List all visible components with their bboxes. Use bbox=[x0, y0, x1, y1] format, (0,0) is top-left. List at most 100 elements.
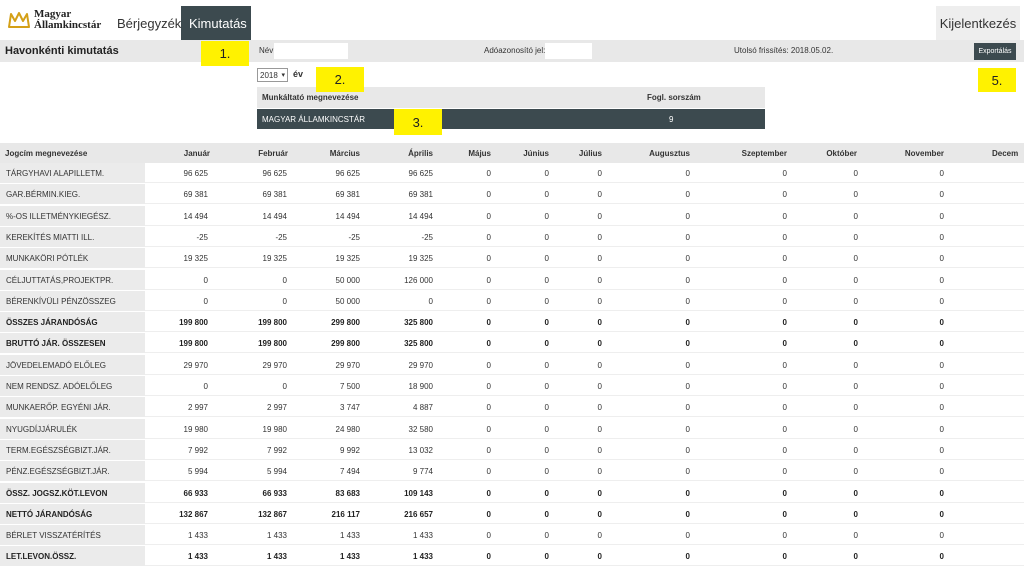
table-cell: 0 bbox=[203, 296, 208, 306]
table-cell: 0 bbox=[597, 531, 602, 541]
employer-row[interactable]: MAGYAR ÁLLAMKINCSTÁR 9 bbox=[257, 109, 765, 129]
table-cell: 0 bbox=[853, 488, 858, 498]
table-cell: 1 433 bbox=[412, 552, 433, 562]
table-row bbox=[0, 206, 1024, 226]
table-cell: 299 800 bbox=[331, 318, 360, 328]
table-cell: 19 325 bbox=[408, 254, 433, 264]
table-cell: 0 bbox=[282, 296, 287, 306]
table-cell: 24 980 bbox=[335, 424, 360, 434]
nav-tab-berjegyzek[interactable]: Bérjegyzék bbox=[109, 6, 181, 40]
table-cell: 0 bbox=[939, 531, 944, 541]
table-cell: 50 000 bbox=[335, 275, 360, 285]
table-cell: 96 625 bbox=[262, 169, 287, 178]
table-cell: 19 325 bbox=[335, 254, 360, 264]
column-header-month[interactable]: Február bbox=[258, 149, 288, 158]
column-header-month[interactable]: Augusztus bbox=[649, 149, 690, 158]
table-cell: 0 bbox=[685, 488, 690, 498]
table-cell: -25 bbox=[196, 232, 208, 242]
table-cell: 1 433 bbox=[266, 531, 287, 541]
column-header-month[interactable]: Január bbox=[184, 149, 210, 158]
table-cell: 14 494 bbox=[183, 211, 208, 221]
table-cell: 0 bbox=[685, 169, 690, 178]
name-input[interactable] bbox=[274, 43, 348, 59]
row-label: MUNKAKÖRI PÓTLÉK bbox=[6, 254, 89, 264]
table-cell: 0 bbox=[544, 254, 549, 264]
table-cell: 0 bbox=[544, 467, 549, 477]
column-header-jogcim[interactable]: Jogcím megnevezése bbox=[5, 149, 87, 158]
table-cell: 0 bbox=[486, 211, 491, 221]
row-label: NETTÓ JÁRANDÓSÁG bbox=[6, 509, 93, 519]
table-cell: 19 325 bbox=[183, 254, 208, 264]
table-row bbox=[0, 163, 1024, 183]
table-cell: 19 980 bbox=[183, 424, 208, 434]
table-cell: 7 500 bbox=[339, 382, 360, 391]
table-cell: 0 bbox=[597, 509, 602, 519]
row-label: TÁRGYHAVI ALAPILLETM. bbox=[6, 169, 105, 178]
table-cell: 0 bbox=[853, 445, 858, 455]
table-cell: 14 494 bbox=[408, 211, 433, 221]
name-label: Név: bbox=[259, 46, 276, 55]
table-cell: 199 800 bbox=[179, 318, 208, 328]
export-button[interactable]: Exportálás bbox=[974, 43, 1016, 60]
year-select[interactable]: 2018 ▾ bbox=[257, 68, 288, 82]
table-cell: 1 433 bbox=[266, 552, 287, 562]
callout-3: 3. bbox=[394, 109, 442, 135]
column-header-month[interactable]: Május bbox=[468, 149, 491, 158]
app-logo[interactable]: Magyar Államkincstár bbox=[8, 9, 101, 31]
table-cell: 69 381 bbox=[262, 190, 287, 200]
row-label: BRUTTÓ JÁR. ÖSSZESEN bbox=[6, 339, 106, 349]
column-header-month[interactable]: Április bbox=[408, 149, 433, 158]
table-cell: 0 bbox=[939, 339, 944, 349]
table-cell: 0 bbox=[782, 211, 787, 221]
table-cell: 29 970 bbox=[335, 360, 360, 370]
table-cell: 0 bbox=[685, 190, 690, 200]
table-cell: 69 381 bbox=[183, 190, 208, 200]
table-row bbox=[0, 419, 1024, 439]
table-row bbox=[0, 248, 1024, 269]
table-cell: 0 bbox=[939, 296, 944, 306]
table-cell: 0 bbox=[853, 169, 858, 178]
table-cell: 0 bbox=[939, 445, 944, 455]
table-cell: 0 bbox=[597, 254, 602, 264]
page-title: Havonkénti kimutatás bbox=[5, 45, 119, 57]
column-header-month[interactable]: Szeptember bbox=[742, 149, 787, 158]
column-header-month[interactable]: Március bbox=[330, 149, 360, 158]
table-cell: 0 bbox=[203, 275, 208, 285]
table-cell: 0 bbox=[486, 339, 491, 349]
table-row bbox=[0, 525, 1024, 546]
column-header-month[interactable]: Decem bbox=[992, 149, 1018, 158]
logout-button[interactable]: Kijelentkezés bbox=[936, 6, 1020, 40]
table-cell: 7 992 bbox=[187, 445, 208, 455]
table-cell: 14 494 bbox=[335, 211, 360, 221]
row-label: KEREKÍTÉS MIATTI ILL. bbox=[6, 232, 95, 242]
employer-number: 9 bbox=[669, 115, 674, 124]
chevron-down-icon: ▾ bbox=[281, 72, 285, 79]
column-header-month[interactable]: Június bbox=[523, 149, 549, 158]
table-cell: 216 657 bbox=[404, 509, 433, 519]
nav-tab-kimutatas[interactable]: Kimutatás bbox=[181, 6, 251, 40]
table-cell: 325 800 bbox=[404, 318, 433, 328]
table-cell: 29 970 bbox=[183, 360, 208, 370]
employer-name: MAGYAR ÁLLAMKINCSTÁR bbox=[262, 115, 365, 124]
table-cell: 0 bbox=[853, 190, 858, 200]
table-cell: 2 997 bbox=[266, 403, 287, 413]
table-row bbox=[0, 483, 1024, 503]
table-cell: 0 bbox=[782, 509, 787, 519]
column-header-month[interactable]: Október bbox=[826, 149, 857, 158]
table-cell: 0 bbox=[486, 169, 491, 178]
table-cell: 0 bbox=[544, 382, 549, 391]
callout-5: 5. bbox=[978, 68, 1016, 92]
table-cell: 0 bbox=[685, 467, 690, 477]
table-cell: 0 bbox=[486, 318, 491, 328]
table-row bbox=[0, 504, 1024, 524]
table-cell: 0 bbox=[486, 190, 491, 200]
column-header-month[interactable]: Július bbox=[579, 149, 602, 158]
table-cell: 0 bbox=[597, 296, 602, 306]
tax-id-label: Adóazonosító jel: bbox=[484, 46, 546, 55]
table-cell: 0 bbox=[597, 382, 602, 391]
column-header-month[interactable]: November bbox=[905, 149, 944, 158]
tax-id-input[interactable] bbox=[545, 43, 592, 59]
table-cell: 0 bbox=[486, 275, 491, 285]
table-cell: 0 bbox=[782, 382, 787, 391]
row-label: %-OS ILLETMÉNYKIEGÉSZ. bbox=[6, 211, 111, 221]
